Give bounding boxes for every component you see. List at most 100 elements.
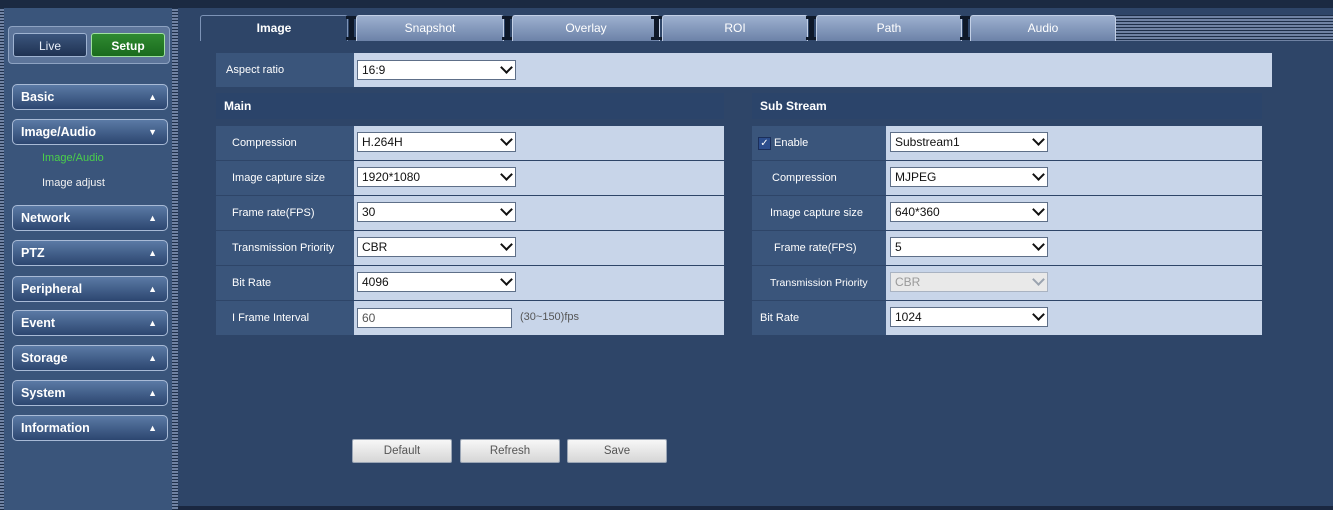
expand-arrow-icon: ▲ bbox=[148, 353, 157, 363]
tab-separator bbox=[502, 16, 513, 40]
main-bit-rate-label: Bit Rate bbox=[216, 266, 354, 300]
live-button[interactable]: Live bbox=[13, 33, 87, 57]
expand-arrow-icon: ▲ bbox=[148, 92, 157, 102]
save-button[interactable]: Save bbox=[567, 439, 667, 463]
sub-compression-row: MJPEG bbox=[886, 161, 1262, 195]
tab-bar-filler bbox=[1116, 15, 1333, 41]
sidebar-item-ptz[interactable]: PTZ ▲ bbox=[12, 240, 168, 266]
aspect-ratio-label: Aspect ratio bbox=[216, 53, 354, 87]
main-capture-size-row: 1920*1080 bbox=[354, 161, 724, 195]
main-transmission-priority-label: Transmission Priority bbox=[216, 231, 354, 265]
main-transmission-priority-value: CBR bbox=[362, 240, 388, 254]
aspect-ratio-select[interactable]: 16:9 bbox=[357, 60, 516, 80]
sidebar-item-basic[interactable]: Basic ▲ bbox=[12, 84, 168, 110]
sidebar: Live Setup Basic ▲ Image/Audio ▼ Image/A… bbox=[4, 8, 172, 510]
sub-bit-rate-label: Bit Rate bbox=[752, 301, 886, 335]
tab-separator bbox=[651, 16, 662, 40]
chevron-down-icon bbox=[1032, 273, 1045, 286]
tab-separator bbox=[346, 16, 357, 40]
chevron-down-icon bbox=[1032, 168, 1045, 181]
sidebar-item-event[interactable]: Event ▲ bbox=[12, 310, 168, 336]
tab-snapshot[interactable]: Snapshot bbox=[356, 15, 504, 41]
main-bit-rate-select[interactable]: 4096 bbox=[357, 272, 516, 292]
sidebar-item-network[interactable]: Network ▲ bbox=[12, 205, 168, 231]
sub-frame-rate-row: 5 bbox=[886, 231, 1262, 265]
chevron-down-icon bbox=[500, 238, 513, 251]
main-transmission-priority-select[interactable]: CBR bbox=[357, 237, 516, 257]
main-iframe-interval-row: 60 (30~150)fps bbox=[354, 301, 724, 335]
chevron-down-icon bbox=[500, 203, 513, 216]
expand-arrow-icon: ▲ bbox=[148, 284, 157, 294]
sidebar-item-label: Image/Audio bbox=[21, 125, 97, 139]
submenu-image-audio[interactable]: Image/Audio bbox=[42, 152, 104, 164]
sidebar-item-label: Storage bbox=[21, 351, 68, 365]
sidebar-item-system[interactable]: System ▲ bbox=[12, 380, 168, 406]
aspect-ratio-row: 16:9 bbox=[354, 53, 1272, 87]
sub-compression-select[interactable]: MJPEG bbox=[890, 167, 1048, 187]
sidebar-item-information[interactable]: Information ▲ bbox=[12, 415, 168, 441]
sidebar-item-storage[interactable]: Storage ▲ bbox=[12, 345, 168, 371]
main-compression-label: Compression bbox=[216, 126, 354, 160]
aspect-ratio-value: 16:9 bbox=[362, 63, 386, 77]
chevron-down-icon bbox=[1032, 203, 1045, 216]
tab-image[interactable]: Image bbox=[200, 15, 348, 41]
chevron-down-icon bbox=[1032, 238, 1045, 251]
main-bit-rate-row: 4096 bbox=[354, 266, 724, 300]
sub-bit-rate-value: 1024 bbox=[895, 310, 922, 324]
collapse-arrow-icon: ▼ bbox=[148, 127, 157, 137]
sidebar-item-image-audio[interactable]: Image/Audio ▼ bbox=[12, 119, 168, 145]
chevron-down-icon bbox=[500, 133, 513, 146]
sub-capture-size-label: Image capture size bbox=[752, 196, 886, 230]
sub-compression-value: MJPEG bbox=[895, 170, 937, 184]
sidebar-item-peripheral[interactable]: Peripheral ▲ bbox=[12, 276, 168, 302]
enable-label: Enable bbox=[774, 137, 809, 149]
sub-bit-rate-select[interactable]: 1024 bbox=[890, 307, 1048, 327]
setup-button[interactable]: Setup bbox=[91, 33, 165, 57]
tab-audio[interactable]: Audio bbox=[970, 15, 1116, 41]
main-bit-rate-value: 4096 bbox=[362, 275, 389, 289]
tab-separator bbox=[960, 16, 971, 40]
tab-path[interactable]: Path bbox=[816, 15, 962, 41]
chevron-down-icon bbox=[500, 273, 513, 286]
main-capture-size-label: Image capture size bbox=[216, 161, 354, 195]
iframe-interval-hint: (30~150)fps bbox=[520, 311, 580, 323]
sidebar-item-label: System bbox=[21, 386, 66, 400]
main-iframe-interval-label: I Frame Interval bbox=[216, 301, 354, 335]
main-panel: Image Snapshot Overlay ROI Path Audio As… bbox=[178, 8, 1333, 510]
default-button[interactable]: Default bbox=[352, 439, 452, 463]
sub-stream-section-header: Sub Stream bbox=[752, 93, 1262, 119]
main-compression-select[interactable]: H.264H bbox=[357, 132, 516, 152]
chevron-down-icon bbox=[500, 61, 513, 74]
sidebar-item-label: Network bbox=[21, 211, 71, 225]
iframe-interval-input[interactable]: 60 bbox=[357, 308, 512, 328]
expand-arrow-icon: ▲ bbox=[148, 423, 157, 433]
sidebar-item-label: Peripheral bbox=[21, 282, 83, 296]
main-section-header: Main bbox=[216, 93, 724, 119]
expand-arrow-icon: ▲ bbox=[148, 213, 157, 223]
submenu-image-adjust[interactable]: Image adjust bbox=[42, 177, 105, 189]
main-compression-value: H.264H bbox=[362, 135, 403, 149]
expand-arrow-icon: ▲ bbox=[148, 388, 157, 398]
top-bar bbox=[0, 0, 1333, 8]
chevron-down-icon bbox=[500, 168, 513, 181]
main-frame-rate-row: 30 bbox=[354, 196, 724, 230]
sub-compression-label: Compression bbox=[752, 161, 886, 195]
main-capture-size-select[interactable]: 1920*1080 bbox=[357, 167, 516, 187]
enable-checkbox[interactable]: ✓ bbox=[758, 137, 771, 150]
sidebar-item-label: Event bbox=[21, 316, 56, 330]
bottom-border bbox=[178, 506, 1333, 510]
substream-select[interactable]: Substream1 bbox=[890, 132, 1048, 152]
tab-roi[interactable]: ROI bbox=[662, 15, 808, 41]
sub-transmission-priority-row: CBR bbox=[886, 266, 1262, 300]
sub-frame-rate-value: 5 bbox=[895, 240, 902, 254]
main-compression-row: H.264H bbox=[354, 126, 724, 160]
main-capture-size-value: 1920*1080 bbox=[362, 170, 421, 184]
main-frame-rate-label: Frame rate(FPS) bbox=[216, 196, 354, 230]
main-frame-rate-select[interactable]: 30 bbox=[357, 202, 516, 222]
sub-enable-row: Substream1 bbox=[886, 126, 1262, 160]
sub-frame-rate-select[interactable]: 5 bbox=[890, 237, 1048, 257]
sub-transmission-priority-label: Transmission Priority bbox=[752, 266, 886, 300]
sub-capture-size-select[interactable]: 640*360 bbox=[890, 202, 1048, 222]
tab-overlay[interactable]: Overlay bbox=[512, 15, 660, 41]
refresh-button[interactable]: Refresh bbox=[460, 439, 560, 463]
